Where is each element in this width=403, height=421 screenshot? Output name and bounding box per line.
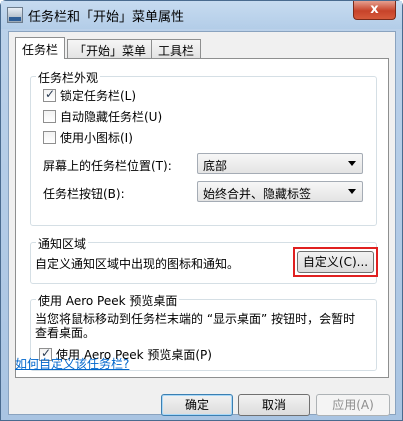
chevron-down-icon xyxy=(348,161,356,166)
tab-toolbars[interactable]: 工具栏 xyxy=(151,39,202,58)
group-title-appearance: 任务栏外观 xyxy=(36,69,101,86)
taskbar-location-value: 底部 xyxy=(203,159,228,173)
auto-hide-checkbox[interactable]: 自动隐藏任务栏(U) xyxy=(43,108,162,124)
tab-taskbar[interactable]: 任务栏 xyxy=(15,37,66,59)
small-icons-checkbox[interactable]: 使用小图标(I) xyxy=(43,129,133,145)
help-link[interactable]: 如何自定义该任务栏? xyxy=(15,355,129,372)
notification-description: 自定义通知区域中出现的图标和通知。 xyxy=(35,257,240,271)
taskbar-appearance-group: 任务栏外观 锁定任务栏(L) 自动隐藏任务栏(U) 使用小图标(I) 屏幕上的任… xyxy=(30,69,377,226)
dialog-client-area: 任务栏 「开始」菜单 工具栏 任务栏外观 锁定任务栏(L) 自动隐藏任务栏(U)… xyxy=(8,31,396,416)
aero-peek-description-line2: 查看桌面。 xyxy=(35,326,96,340)
close-button[interactable]: x xyxy=(353,1,396,20)
taskbar-location-select[interactable]: 底部 xyxy=(197,153,363,174)
title-bar[interactable]: 任务栏和「开始」菜单属性 x xyxy=(1,1,402,29)
checkbox-unchecked-icon[interactable] xyxy=(43,131,56,144)
chevron-down-icon xyxy=(348,189,356,194)
small-icons-label: 使用小图标(I) xyxy=(60,131,133,145)
apply-button[interactable]: 应用(A) xyxy=(316,394,390,416)
lock-taskbar-label: 锁定任务栏(L) xyxy=(60,89,137,103)
cancel-button[interactable]: 取消 xyxy=(238,394,310,416)
dialog-window: 任务栏和「开始」菜单属性 x 任务栏 「开始」菜单 工具栏 任务栏外观 锁定任务… xyxy=(0,0,403,421)
group-title-notification: 通知区域 xyxy=(36,235,89,252)
tab-panel-taskbar: 任务栏外观 锁定任务栏(L) 自动隐藏任务栏(U) 使用小图标(I) 屏幕上的任… xyxy=(15,58,389,378)
checkbox-checked-icon[interactable] xyxy=(43,87,56,102)
window-title: 任务栏和「开始」菜单属性 xyxy=(28,10,185,25)
taskbar-buttons-label: 任务栏按钮(B): xyxy=(43,187,125,201)
customize-button[interactable]: 自定义(C)... xyxy=(297,251,374,273)
lock-taskbar-checkbox[interactable]: 锁定任务栏(L) xyxy=(43,87,136,103)
taskbar-properties-icon xyxy=(7,7,23,23)
checkbox-unchecked-icon[interactable] xyxy=(43,110,56,123)
taskbar-location-label: 屏幕上的任务栏位置(T): xyxy=(43,159,172,173)
taskbar-buttons-select[interactable]: 始终合并、隐藏标签 xyxy=(197,181,363,202)
taskbar-buttons-value: 始终合并、隐藏标签 xyxy=(203,187,312,201)
tab-start-menu[interactable]: 「开始」菜单 xyxy=(67,39,154,58)
notification-area-group: 通知区域 自定义通知区域中出现的图标和通知。 自定义(C)... xyxy=(30,235,378,284)
auto-hide-label: 自动隐藏任务栏(U) xyxy=(60,110,163,124)
group-title-aero-peek: 使用 Aero Peek 预览桌面 xyxy=(36,292,180,309)
ok-button[interactable]: 确定 xyxy=(161,394,233,416)
